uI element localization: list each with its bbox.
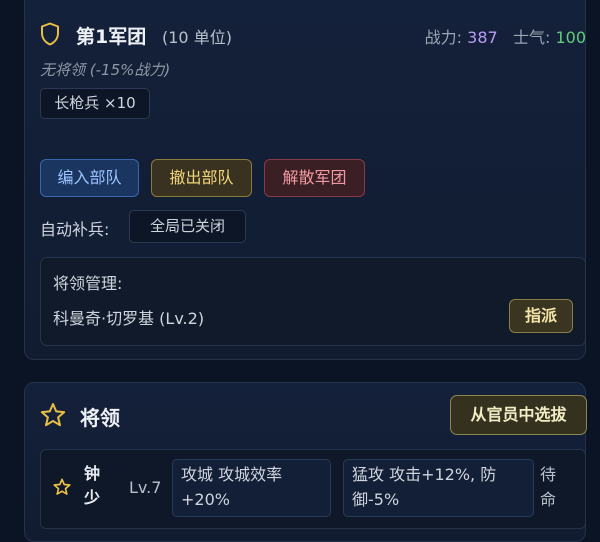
generals-title: 将领 bbox=[80, 406, 120, 430]
power-label: 战力: bbox=[424, 28, 463, 47]
withdraw-troops-button[interactable]: 撤出部队 bbox=[151, 159, 252, 197]
general-skill-1: 攻城 攻城效率+20% bbox=[172, 459, 331, 517]
no-general-note: 无将领 (-15%战力) bbox=[40, 61, 171, 79]
auto-reinforce-label: 自动补兵: bbox=[40, 220, 110, 239]
shield-icon bbox=[41, 22, 59, 46]
star-icon bbox=[53, 478, 71, 495]
star-icon bbox=[40, 403, 66, 427]
assign-troops-button[interactable]: 编入部队 bbox=[40, 159, 139, 197]
general-name: 钟少 bbox=[84, 464, 101, 507]
appoint-button[interactable]: 指派 bbox=[509, 299, 573, 333]
morale-label: 士气: bbox=[512, 28, 551, 47]
disband-legion-button[interactable]: 解散军团 bbox=[264, 159, 365, 197]
auto-reinforce-status[interactable]: 全局已关闭 bbox=[129, 210, 246, 243]
legion-title: 第1军团 bbox=[76, 26, 147, 48]
general-management-title: 将领管理: bbox=[53, 274, 123, 293]
select-from-officials-button[interactable]: 从官员中选拔 bbox=[450, 395, 587, 435]
power-value: 387 bbox=[467, 28, 498, 47]
general-status: 待命 bbox=[540, 465, 557, 509]
general-level: Lv.7 bbox=[129, 478, 162, 497]
morale-value: 100 bbox=[555, 28, 586, 47]
unit-count: (10 单位) bbox=[162, 28, 232, 47]
troop-tag: 长枪兵 ×10 bbox=[40, 88, 150, 119]
general-skill-2: 猛攻 攻击+12%, 防御-5% bbox=[343, 459, 534, 517]
candidate-general-name: 科曼奇·切罗基 (Lv.2) bbox=[53, 309, 205, 328]
legion-stats: 战力: 387 士气: 100 bbox=[425, 24, 586, 48]
